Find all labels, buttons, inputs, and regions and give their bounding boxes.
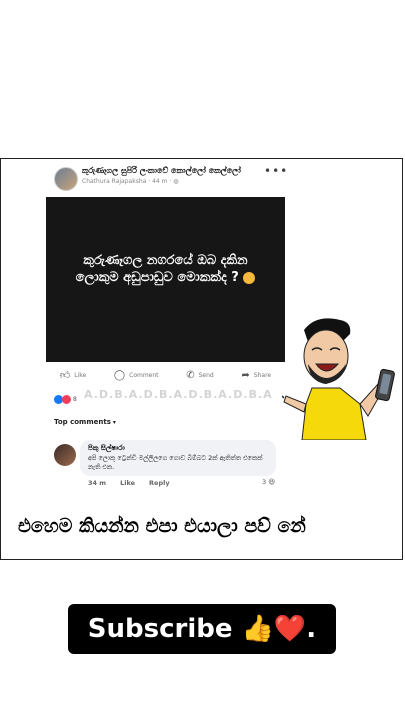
like-button[interactable]: 👍︎ Like (60, 369, 86, 381)
commenter-avatar[interactable] (54, 444, 76, 466)
caption-text: එහෙම කියන්න එපා එයාලා පව් නේ (18, 515, 306, 537)
smirk-emoji-icon (243, 271, 256, 284)
send-button[interactable]: ✆ Send (186, 370, 214, 381)
love-reaction-icon (62, 395, 71, 404)
post-image-text: කුරුණෑගල නගරයේ ඔබ දකින ලොකුම අඩුපාඩුව මො… (66, 252, 265, 286)
more-options-icon[interactable]: ••• (264, 164, 288, 178)
group-avatar[interactable] (54, 167, 78, 191)
laugh-emoji-icon: 😆 (268, 478, 275, 486)
like-icon: 👍︎ (59, 370, 71, 381)
comment-reactions[interactable]: 3 😆 (262, 478, 275, 486)
send-icon: ✆ (186, 369, 195, 381)
post-image[interactable]: කුරුණෑගල නගරයේ ඔබ දකින ලොකුම අඩුපාඩුව මො… (46, 197, 285, 362)
group-name[interactable]: කුරුණෑගල සුපිරි ලංකාවේ කොල්ලෝ කෙල්ලෝ (82, 166, 241, 176)
like-label: Like (74, 371, 87, 379)
laughing-man-illustration (282, 318, 395, 440)
comment-label: Comment (129, 371, 159, 379)
comment-reply-button[interactable]: Reply (149, 479, 170, 487)
chevron-down-icon: ▾ (112, 419, 116, 426)
share-icon: ➦ (241, 369, 250, 381)
comment-author[interactable]: පිකු සිල්ෂාරා (88, 444, 125, 453)
post-time: 44 m (152, 178, 168, 185)
comment-time: 34 m (88, 479, 107, 487)
comment-bubble: පිකු සිල්ෂාරා අපි ලොකු ට්‍රෙන්ඩි මල්ලිලග… (80, 440, 276, 476)
reaction-count: 8 (73, 396, 77, 403)
comment-reaction-count: 3 (262, 478, 267, 486)
reaction-summary[interactable]: 8 (54, 395, 77, 404)
subscribe-button[interactable]: Subscribe 👍❤️. (68, 604, 336, 654)
comment-footer: 34 m Like Reply (88, 479, 170, 487)
post-actions: 👍︎ Like ◯ Comment ✆ Send ➦ Share (46, 366, 285, 384)
post-meta: Chathura Rajapaksha · 44 m · ◍ (82, 178, 178, 185)
top-comments-sort[interactable]: Top comments ▾ (54, 418, 116, 426)
comment-like-button[interactable]: Like (120, 479, 135, 487)
send-label: Send (198, 371, 214, 379)
share-label: Share (253, 371, 272, 379)
author-name[interactable]: Chathura Rajapaksha (82, 178, 146, 185)
comment-text: අපි ලොකු ට්‍රෙන්ඩි මල්ලිලගෙ ගොඩ බිම්බට 2… (88, 454, 263, 471)
share-button[interactable]: ➦ Share (241, 370, 271, 381)
top-comments-label: Top comments (54, 418, 111, 426)
post-image-quote: කුරුණෑගල නගරයේ ඔබ දකින ලොකුම අඩුපාඩුව මො… (75, 253, 248, 285)
comment-button[interactable]: ◯ Comment (114, 370, 159, 381)
post-header: කුරුණෑගල සුපිරි ලංකාවේ කොල්ලෝ කෙල්ලෝ Cha… (54, 165, 294, 193)
comment-icon: ◯ (113, 369, 126, 381)
watermark: A.D.B.A.D.B.A.D.B.A.D.B.A (84, 388, 273, 401)
globe-icon: ◍ (173, 178, 179, 185)
